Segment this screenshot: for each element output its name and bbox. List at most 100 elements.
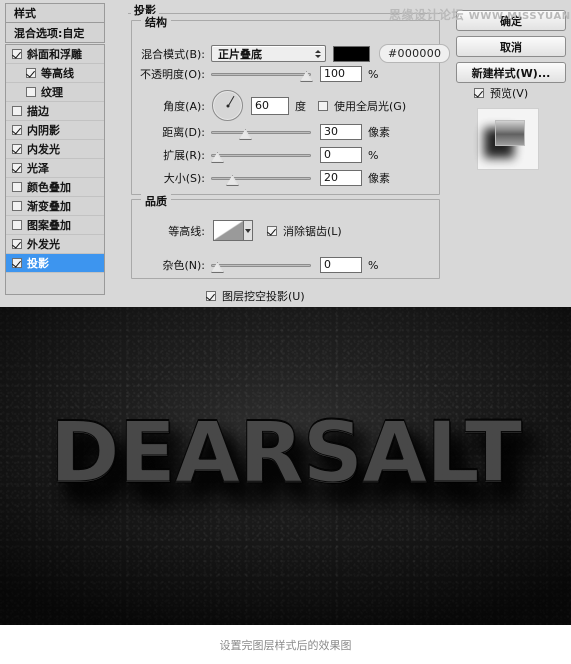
caption: 设置完图层样式后的效果图 bbox=[0, 625, 571, 664]
style-enable-checkbox[interactable] bbox=[12, 201, 22, 211]
spread-slider[interactable] bbox=[211, 149, 311, 163]
style-item-label: 内阴影 bbox=[27, 124, 60, 137]
blend-mode-value: 正片叠底 bbox=[218, 47, 262, 61]
use-global-light-checkbox[interactable] bbox=[318, 100, 328, 111]
styles-panel: 样式 混合选项:自定 斜面和浮雕等高线纹理描边内阴影内发光光泽颜色叠加渐变叠加图… bbox=[5, 3, 105, 298]
contour-picker[interactable] bbox=[213, 220, 253, 241]
size-unit: 像素 bbox=[368, 172, 390, 185]
result-image: DEARSALT DEARSALT bbox=[0, 307, 571, 625]
preview-thumbnail bbox=[477, 108, 539, 170]
style-item-label: 描边 bbox=[27, 105, 49, 118]
cancel-button[interactable]: 取消 bbox=[456, 36, 566, 57]
anti-alias-checkbox[interactable] bbox=[267, 225, 277, 236]
layer-style-dialog: 样式 混合选项:自定 斜面和浮雕等高线纹理描边内阴影内发光光泽颜色叠加渐变叠加图… bbox=[0, 0, 571, 307]
spread-unit: % bbox=[368, 148, 379, 162]
style-list-item[interactable]: 颜色叠加 bbox=[6, 178, 104, 197]
preview-label: 预览(V) bbox=[490, 87, 529, 100]
contour-dropdown-icon[interactable] bbox=[244, 220, 253, 241]
style-enable-checkbox[interactable] bbox=[12, 220, 22, 230]
spread-input[interactable]: 0 bbox=[320, 147, 362, 163]
style-list-item[interactable]: 渐变叠加 bbox=[6, 197, 104, 216]
style-list-item[interactable]: 纹理 bbox=[6, 83, 104, 102]
texture-speckle bbox=[0, 307, 571, 625]
noise-input[interactable]: 0 bbox=[320, 257, 362, 273]
noise-slider[interactable] bbox=[211, 259, 311, 273]
style-list-item[interactable]: 内阴影 bbox=[6, 121, 104, 140]
style-enable-checkbox[interactable] bbox=[12, 49, 22, 59]
distance-unit: 像素 bbox=[368, 126, 390, 139]
opacity-input[interactable]: 100 bbox=[320, 66, 362, 82]
distance-input[interactable]: 30 bbox=[320, 124, 362, 140]
angle-unit: 度 bbox=[295, 99, 306, 113]
contour-preview bbox=[213, 220, 244, 241]
shadow-color-hex: #000000 bbox=[379, 44, 451, 63]
styles-panel-header: 样式 bbox=[5, 3, 105, 22]
style-enable-checkbox[interactable] bbox=[12, 144, 22, 154]
contour-row: 等高线: 消除锯齿(L) bbox=[151, 220, 342, 241]
blend-mode-label: 混合模式(B): bbox=[141, 47, 205, 61]
watermark: 思缘设计论坛 WWW.MISSYUAN.COM bbox=[389, 6, 571, 23]
style-item-label: 渐变叠加 bbox=[27, 200, 71, 213]
layer-knockout-row: 图层挖空投影(U) bbox=[206, 288, 305, 304]
opacity-unit: % bbox=[368, 67, 379, 81]
angle-dial[interactable] bbox=[212, 90, 243, 121]
style-enable-checkbox[interactable] bbox=[12, 106, 22, 116]
style-list-item[interactable]: 内发光 bbox=[6, 140, 104, 159]
contour-label: 等高线: bbox=[168, 224, 205, 238]
size-slider[interactable] bbox=[211, 172, 311, 186]
style-enable-checkbox[interactable] bbox=[12, 182, 22, 192]
style-enable-checkbox[interactable] bbox=[26, 87, 36, 97]
spread-row: 扩展(R): 0 % bbox=[137, 147, 378, 163]
distance-label: 距离(D): bbox=[162, 126, 205, 139]
style-item-label: 等高线 bbox=[41, 67, 74, 80]
style-list-item[interactable]: 等高线 bbox=[6, 64, 104, 83]
opacity-slider[interactable] bbox=[211, 68, 313, 82]
style-enable-checkbox[interactable] bbox=[12, 239, 22, 249]
structure-group-title: 结构 bbox=[141, 14, 171, 30]
size-label: 大小(S): bbox=[163, 172, 205, 185]
noise-row: 杂色(N): 0 % bbox=[151, 257, 378, 273]
screenshot-root: 样式 混合选项:自定 斜面和浮雕等高线纹理描边内阴影内发光光泽颜色叠加渐变叠加图… bbox=[0, 0, 571, 664]
distance-row: 距离(D): 30 像素 bbox=[137, 124, 390, 140]
blend-mode-row: 混合模式(B): 正片叠底 #000000 bbox=[137, 44, 451, 63]
spread-label: 扩展(R): bbox=[163, 149, 205, 162]
size-input[interactable]: 20 bbox=[320, 170, 362, 186]
watermark-cn: 思缘设计论坛 bbox=[389, 8, 465, 22]
style-item-label: 颜色叠加 bbox=[27, 181, 71, 194]
blend-mode-select[interactable]: 正片叠底 bbox=[211, 45, 326, 62]
new-style-button[interactable]: 新建样式(W)... bbox=[456, 62, 566, 83]
style-item-label: 光泽 bbox=[27, 162, 49, 175]
style-enable-checkbox[interactable] bbox=[12, 163, 22, 173]
styles-list[interactable]: 斜面和浮雕等高线纹理描边内阴影内发光光泽颜色叠加渐变叠加图案叠加外发光投影 bbox=[5, 44, 105, 295]
style-item-label: 内发光 bbox=[27, 143, 60, 156]
angle-row: 角度(A): 60 度 使用全局光(G) bbox=[151, 90, 406, 121]
size-row: 大小(S): 20 像素 bbox=[137, 170, 390, 186]
style-enable-checkbox[interactable] bbox=[12, 125, 22, 135]
shadow-color-swatch[interactable] bbox=[333, 45, 370, 62]
style-item-label: 外发光 bbox=[27, 238, 60, 251]
noise-label: 杂色(N): bbox=[162, 259, 205, 272]
preview-checkbox[interactable] bbox=[474, 88, 484, 98]
angle-input[interactable]: 60 bbox=[251, 96, 289, 115]
style-list-item[interactable]: 光泽 bbox=[6, 159, 104, 178]
blending-options-item[interactable]: 混合选项:自定 bbox=[5, 22, 105, 43]
layer-knockout-checkbox[interactable] bbox=[206, 291, 216, 301]
opacity-label: 不透明度(O): bbox=[140, 68, 205, 81]
distance-slider[interactable] bbox=[211, 126, 311, 140]
opacity-row: 不透明度(O): 100 % bbox=[137, 66, 378, 82]
style-list-item[interactable]: 图案叠加 bbox=[6, 216, 104, 235]
layer-knockout-label: 图层挖空投影(U) bbox=[222, 290, 305, 303]
quality-group-title: 品质 bbox=[141, 193, 171, 209]
style-enable-checkbox[interactable] bbox=[26, 68, 36, 78]
style-item-label: 纹理 bbox=[41, 86, 63, 99]
style-item-label: 图案叠加 bbox=[27, 219, 71, 232]
style-enable-checkbox[interactable] bbox=[12, 258, 22, 268]
angle-label: 角度(A): bbox=[163, 99, 205, 113]
watermark-en: WWW.MISSYUAN.COM bbox=[468, 11, 571, 22]
style-list-item[interactable]: 投影 bbox=[6, 254, 104, 273]
noise-unit: % bbox=[368, 258, 379, 272]
style-list-item[interactable]: 描边 bbox=[6, 102, 104, 121]
preview-row: 预览(V) bbox=[474, 85, 528, 101]
style-list-item[interactable]: 斜面和浮雕 bbox=[6, 45, 104, 64]
style-list-item[interactable]: 外发光 bbox=[6, 235, 104, 254]
